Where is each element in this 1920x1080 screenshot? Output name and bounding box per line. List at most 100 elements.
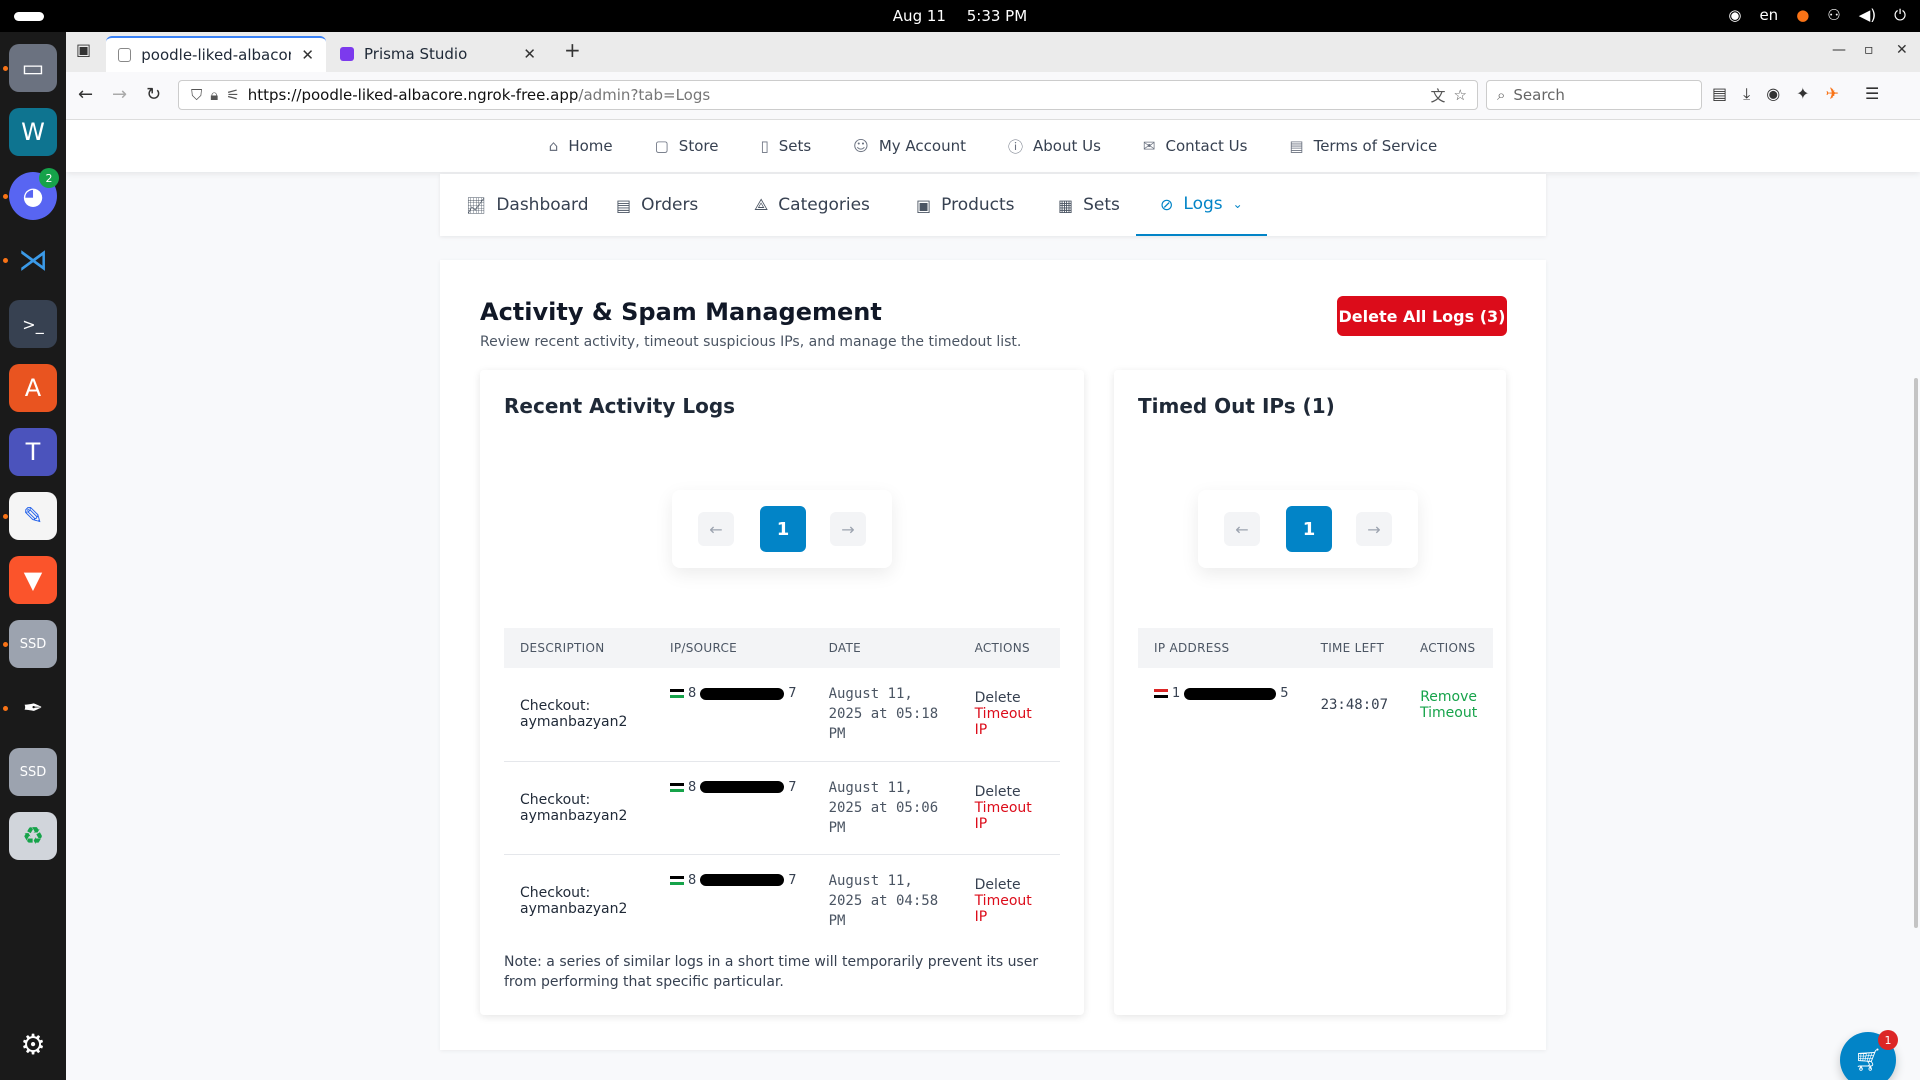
clock-date: Aug 11: [892, 7, 946, 25]
shapes-icon: ⟁: [754, 195, 769, 214]
nav-contact-us[interactable]: ✉ Contact Us: [1143, 137, 1248, 155]
next-page-button[interactable]: →: [830, 512, 866, 546]
lock-icon[interactable]: 🔒︎: [210, 86, 218, 104]
prev-page-button[interactable]: ←: [1224, 512, 1260, 546]
nav-about-us[interactable]: ⓘ About Us: [1008, 136, 1101, 157]
trash-icon[interactable]: ♻: [9, 812, 57, 860]
table-row: Checkout: aymanbazyan2 87 August 11, 2025 …: [504, 668, 1060, 762]
power-icon[interactable]: ⏻: [1894, 6, 1906, 24]
show-apps-icon[interactable]: ⚙: [9, 1020, 57, 1068]
tab-orders[interactable]: ▤ Orders: [616, 174, 698, 236]
ssd-drive-icon[interactable]: SSD: [9, 620, 57, 668]
nav-home[interactable]: ⌂ Home: [549, 137, 613, 155]
extensions-icon[interactable]: ✦: [1796, 84, 1809, 104]
back-icon[interactable]: ←: [78, 84, 93, 105]
language-indicator[interactable]: en: [1759, 6, 1778, 24]
tab-label: Logs: [1183, 194, 1223, 214]
page-number-button[interactable]: 1: [760, 506, 806, 552]
timeout-ip-button[interactable]: Timeout IP: [975, 706, 1044, 738]
tab-label: Sets: [1083, 195, 1120, 215]
nav-my-account[interactable]: ☺ My Account: [853, 137, 966, 155]
nav-label: Store: [678, 137, 719, 155]
column-header: IP/SOURCE: [670, 641, 738, 655]
microphone-icon[interactable]: ●: [1796, 6, 1809, 24]
downloads-icon[interactable]: ⤓: [1743, 84, 1750, 104]
discord-tray-icon[interactable]: ◉: [1728, 6, 1741, 24]
permissions-icon[interactable]: ⚟: [226, 86, 239, 104]
teams-linux-icon[interactable]: T: [9, 428, 57, 476]
network-icon[interactable]: ⚇: [1827, 6, 1840, 24]
shield-icon[interactable]: ⛉: [191, 86, 202, 104]
menu-icon[interactable]: ☰: [1865, 84, 1879, 104]
delete-log-button[interactable]: Delete: [975, 784, 1044, 800]
close-window-icon[interactable]: ✕: [1896, 42, 1908, 58]
delete-all-logs-button[interactable]: Delete All Logs (3): [1337, 296, 1507, 336]
minimize-icon[interactable]: —: [1832, 42, 1846, 58]
tab-categories[interactable]: ⟁ Categories: [754, 174, 870, 236]
redacted-ip: [700, 781, 785, 793]
timeout-ip-button[interactable]: Timeout IP: [975, 893, 1044, 925]
extension-badge-icon[interactable]: ✈: [1826, 84, 1839, 104]
vscode-icon[interactable]: ⋊: [9, 236, 57, 284]
table-header-row: IP ADDRESS TIME LEFT ACTIONS: [1138, 628, 1494, 668]
nav-sets[interactable]: ▯ Sets: [760, 137, 811, 155]
close-tab-icon[interactable]: ✕: [523, 45, 536, 63]
remove-timeout-button-line2[interactable]: Timeout: [1420, 705, 1477, 721]
delete-log-button[interactable]: Delete: [975, 690, 1044, 706]
actions-cell[interactable]: Remove Timeout: [1404, 668, 1493, 742]
nav-label: About Us: [1032, 137, 1101, 155]
next-page-button[interactable]: →: [1356, 512, 1392, 546]
maximize-icon[interactable]: ▫: [1864, 42, 1874, 58]
files-icon[interactable]: ▭: [9, 44, 57, 92]
discord-icon[interactable]: ◕ 2: [9, 168, 59, 220]
nav-store[interactable]: ▢ Store: [655, 137, 719, 155]
date-cell: August 11, 2025 at 04:58 PM: [828, 872, 939, 929]
actions-cell: Delete Timeout IP: [958, 761, 1060, 855]
tab-logs[interactable]: ⊘ Logs ⌄: [1136, 174, 1267, 236]
nav-terms[interactable]: ▤ Terms of Service: [1289, 137, 1437, 155]
page-scrollbar[interactable]: [1914, 378, 1918, 928]
app-center-icon[interactable]: A: [9, 364, 57, 412]
prev-page-button[interactable]: ←: [698, 512, 734, 546]
cart-button[interactable]: 🛒︎ 1: [1840, 1030, 1898, 1080]
ssd-drive-icon-2[interactable]: SSD: [9, 748, 57, 796]
timeout-ip-button[interactable]: Timeout IP: [975, 800, 1044, 832]
close-tab-icon[interactable]: ✕: [301, 46, 314, 64]
page-number-button[interactable]: 1: [1286, 506, 1332, 552]
volume-icon[interactable]: ◀): [1859, 6, 1876, 24]
new-tab-icon[interactable]: +: [564, 38, 581, 62]
palestine-flag-icon: [670, 782, 684, 792]
column-header: ACTIONS: [974, 641, 1030, 655]
terminal-icon[interactable]: >_: [9, 300, 57, 348]
remove-timeout-button[interactable]: Remove: [1420, 689, 1477, 705]
delete-log-button[interactable]: Delete: [975, 877, 1044, 893]
ip-cell: 87: [654, 761, 813, 855]
text-editor-icon[interactable]: ✎: [9, 492, 57, 540]
account-icon[interactable]: ◉: [1766, 84, 1780, 104]
tab-overview-icon[interactable]: ▣: [76, 40, 91, 59]
search-bar[interactable]: ⌕ Search: [1486, 80, 1702, 110]
actions-cell: Delete Timeout IP: [958, 668, 1060, 762]
tab-dashboard[interactable]: 📈︎ Dashboard: [466, 174, 589, 236]
inkscape-icon[interactable]: ✒: [9, 684, 57, 732]
reload-icon[interactable]: ↻: [146, 84, 161, 105]
clock[interactable]: Aug 11 5:33 PM: [0, 7, 1920, 25]
browser-tab[interactable]: Prisma Studio ✕: [328, 36, 548, 72]
forward-icon[interactable]: →: [112, 84, 127, 105]
pocket-icon[interactable]: ▤: [1712, 84, 1727, 104]
ip-cell: 15: [1138, 668, 1305, 742]
browser-tab-active[interactable]: poodle-liked-albacore.ngrok ✕: [106, 36, 326, 72]
system-top-bar: Aug 11 5:33 PM ◉ en ● ⚇ ◀) ⏻: [0, 0, 1920, 32]
url-bar[interactable]: ⛉ 🔒︎ ⚟ https://poodle-liked-albacore.ngr…: [178, 80, 1478, 110]
logs-panel: Activity & Spam Management Review recent…: [440, 260, 1546, 1050]
brave-icon[interactable]: ▼: [9, 556, 57, 604]
tab-label: Products: [941, 195, 1015, 215]
tab-products[interactable]: ▣ Products: [916, 174, 1015, 236]
bookmark-star-icon[interactable]: ☆: [1454, 86, 1467, 104]
document-icon: ▤: [1289, 137, 1304, 155]
windsurf-icon[interactable]: W: [9, 108, 57, 156]
translate-icon[interactable]: 文: [1431, 85, 1446, 106]
nav-label: Contact Us: [1165, 137, 1248, 155]
tab-sets[interactable]: ▦ Sets: [1058, 174, 1120, 236]
date-cell: August 11, 2025 at 05:18 PM: [812, 668, 959, 762]
